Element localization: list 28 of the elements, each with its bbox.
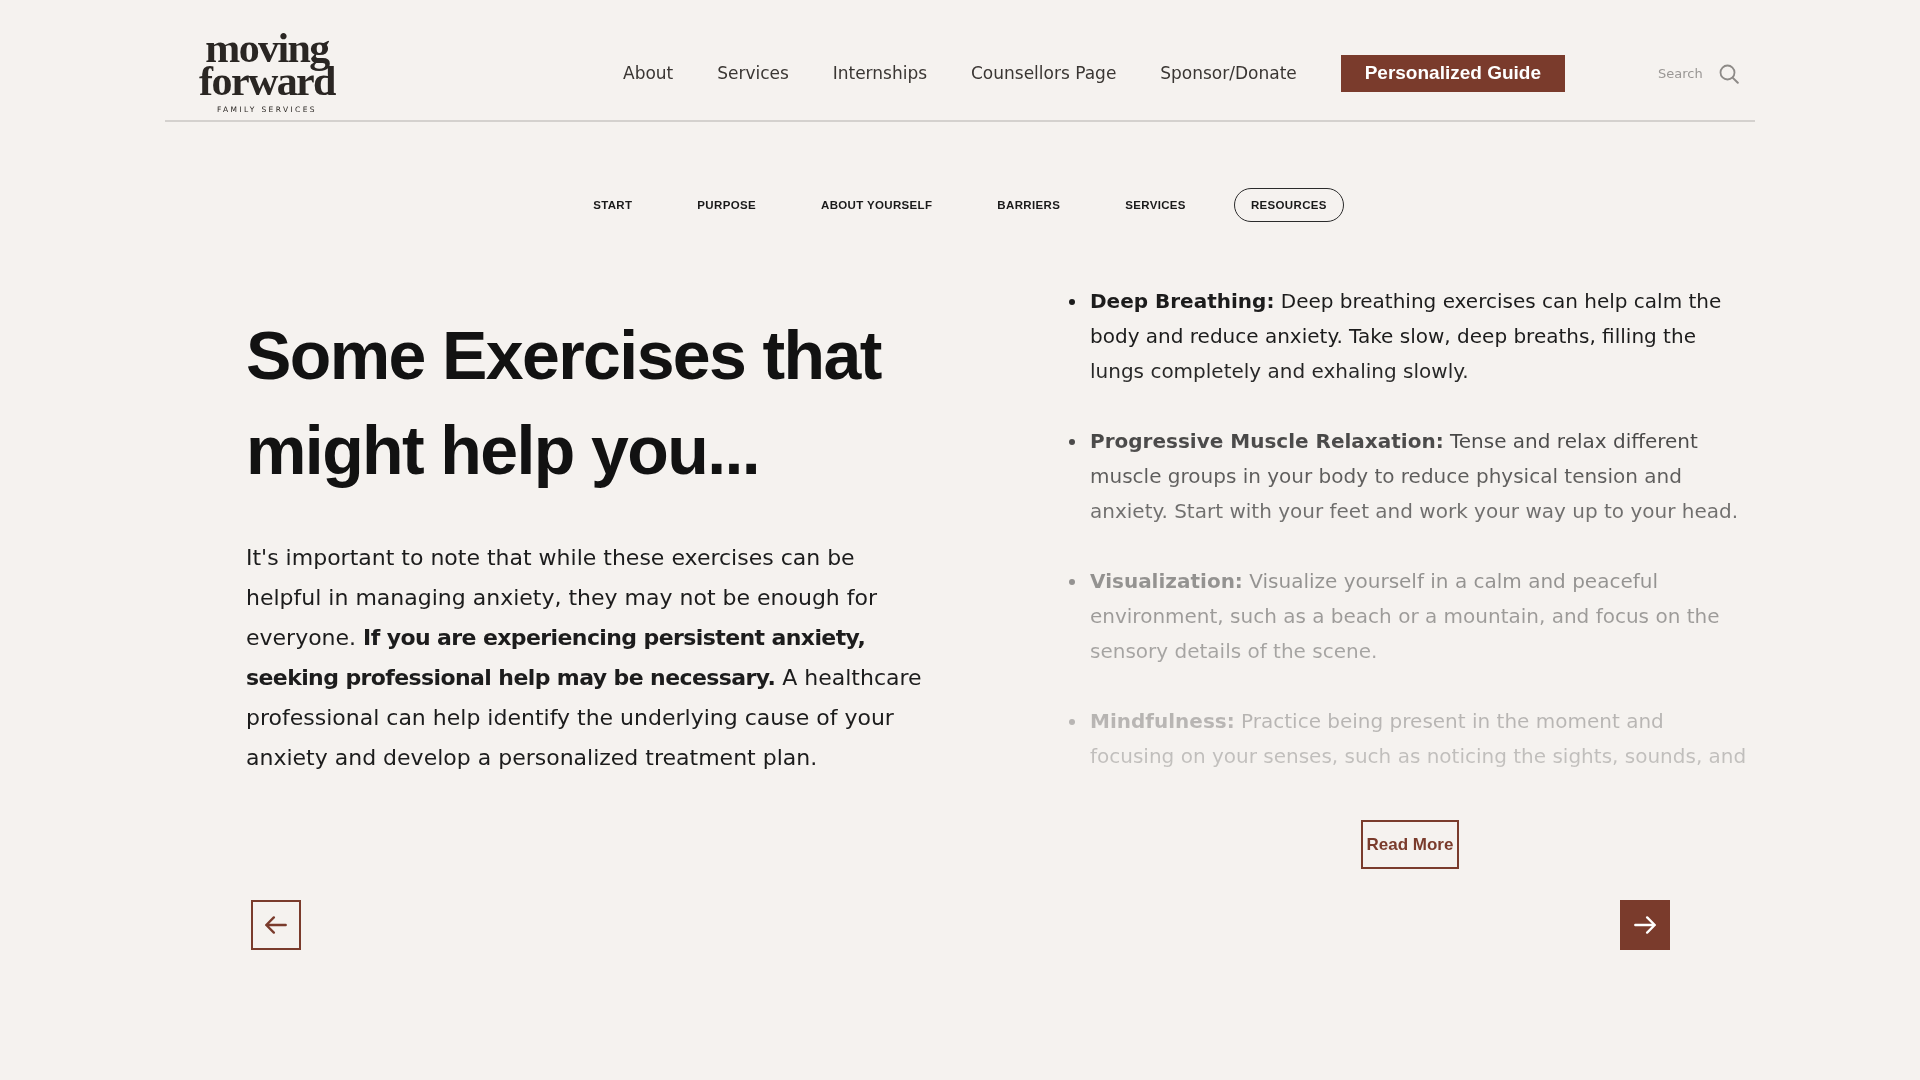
bullet-icon bbox=[1069, 439, 1075, 445]
nav-link[interactable]: Sponsor/Donate bbox=[1160, 60, 1297, 87]
exercise-text: Visualization: Visualize yourself in a calm and peaceful environment, such as a beach or a mountain, and focus on the sensory details of the scene. bbox=[1090, 568, 1721, 665]
nav-link[interactable]: Internships bbox=[832, 60, 928, 87]
back-button[interactable] bbox=[251, 900, 301, 950]
arrow-right-icon bbox=[1634, 916, 1656, 934]
exercise-text: Progressive Muscle Relaxation: Tense and relax different muscle groups in your body to reduce physical tension and anxiety. Start with your feet and work your way up to your head. bbox=[1090, 428, 1739, 525]
nav-link[interactable]: Services bbox=[717, 60, 789, 87]
search-icon[interactable] bbox=[1719, 63, 1739, 84]
intro-paragraph: It's important to note that while these exercises can be helpful in managing anxiety, they may not be enough for everyone. If you are experiencing persistent anxiety, seeking professional help may be necessary. A healthcare professional can help identify the underlying cause of your anxiety and develop a personalized treatment plan. bbox=[246, 544, 923, 772]
search-field[interactable]: Search bbox=[1658, 63, 1710, 84]
bullet-icon bbox=[1069, 299, 1075, 305]
exercise-text: Deep Breathing: Deep breathing exercises can help calm the body and reduce anxiety. Take slow, deep breaths, filling the lungs completely and exhaling slowly. bbox=[1090, 288, 1723, 385]
nav-button[interactable]: Personalized Guide bbox=[1340, 55, 1565, 92]
arrow-left-icon bbox=[265, 916, 287, 934]
nav-link[interactable]: About bbox=[623, 60, 674, 87]
bullet-icon bbox=[1069, 719, 1075, 725]
forward-button[interactable] bbox=[1620, 900, 1670, 950]
step-tab[interactable]: PURPOSE bbox=[680, 188, 773, 222]
read-more-button[interactable]: Read More bbox=[1360, 820, 1460, 869]
step-tab[interactable]: SERVICES bbox=[1108, 188, 1203, 222]
step-tab[interactable]: BARRIERS bbox=[980, 188, 1078, 222]
nav-link[interactable]: Counsellors Page bbox=[970, 60, 1117, 87]
logo-wordmark[interactable]: moving forward bbox=[199, 31, 335, 99]
page-heading: Some Exercises that might help you... bbox=[246, 316, 883, 490]
bullet-icon bbox=[1069, 579, 1075, 585]
step-tab[interactable]: START bbox=[576, 188, 650, 222]
step-tab[interactable]: ABOUT YOURSELF bbox=[804, 188, 950, 222]
